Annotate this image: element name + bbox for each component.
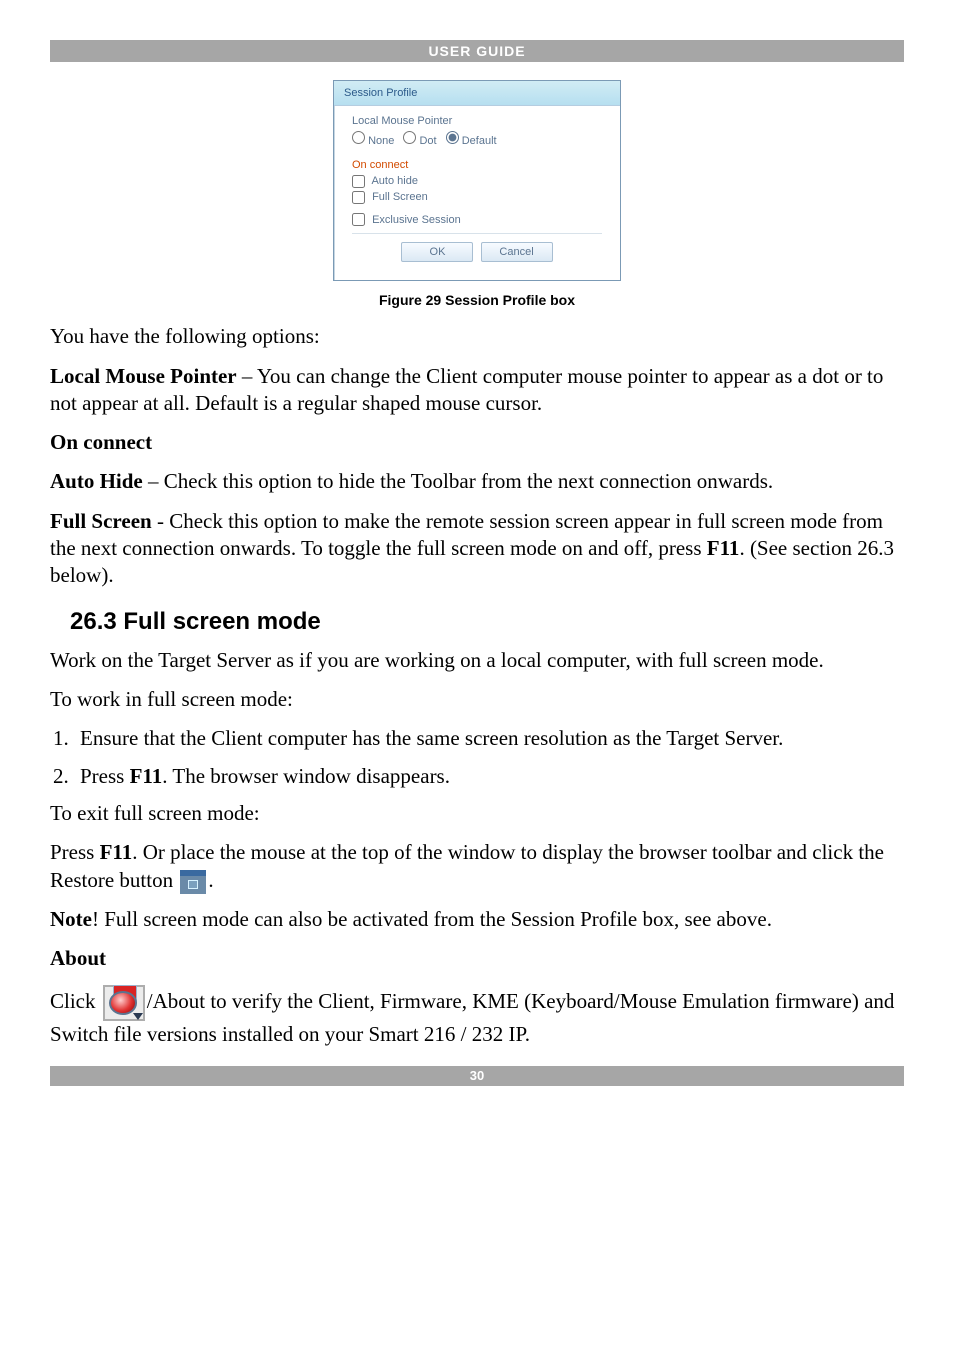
section-26-3-heading: 26.3 Full screen mode [70, 606, 904, 637]
radio-default[interactable]: Default [446, 135, 497, 147]
exclusive-session-checkbox[interactable]: Exclusive Session [352, 214, 461, 226]
exit-c: . [208, 868, 213, 892]
full-screen-steps: Ensure that the Client computer has the … [74, 725, 904, 790]
footer-bar: 30 [50, 1066, 904, 1086]
work-para: Work on the Target Server as if you are … [50, 647, 904, 674]
auto-hide-bold: Auto Hide [50, 469, 143, 493]
radio-dot[interactable]: Dot [403, 135, 436, 147]
radio-none[interactable]: None [352, 135, 394, 147]
radio-default-label: Default [462, 135, 497, 147]
click-b: /About to verify the Client, Firmware, K… [50, 988, 894, 1045]
on-connect-label: On connect [352, 158, 602, 172]
full-screen-bold: Full Screen [50, 509, 152, 533]
about-para: Click /About to verify the Client, Firmw… [50, 985, 904, 1048]
click-a: Click [50, 988, 101, 1012]
exit-a: Press [50, 840, 100, 864]
auto-hide-checkbox[interactable]: Auto hide [352, 175, 418, 187]
full-screen-para: Full Screen - Check this option to make … [50, 508, 904, 590]
intro-text: You have the following options: [50, 323, 904, 350]
step2a: Press [80, 764, 130, 788]
step-2: Press F11. The browser window disappears… [74, 763, 904, 790]
step-1: Ensure that the Client computer has the … [74, 725, 904, 752]
exit-b: . Or place the mouse at the top of the w… [50, 840, 884, 891]
session-profile-dialog: Session Profile Local Mouse Pointer None… [333, 80, 621, 281]
restore-icon [180, 870, 206, 894]
note-bold: Note [50, 907, 92, 931]
lmp-bold: Local Mouse Pointer [50, 364, 237, 388]
auto-hide-para: Auto Hide – Check this option to hide th… [50, 468, 904, 495]
full-screen-label: Full Screen [372, 191, 428, 203]
radio-dot-label: Dot [419, 135, 436, 147]
dialog-title: Session Profile [334, 81, 620, 106]
local-mouse-pointer-para: Local Mouse Pointer – You can change the… [50, 363, 904, 418]
step2-f11: F11 [130, 764, 163, 788]
page-number: 30 [470, 1068, 484, 1083]
exit-para: Press F11. Or place the mouse at the top… [50, 839, 904, 894]
about-bold: About [50, 946, 106, 970]
ok-button[interactable]: OK [401, 242, 473, 262]
exit-f11: F11 [100, 840, 133, 864]
auto-hide-label: Auto hide [371, 175, 417, 187]
to-exit-label: To exit full screen mode: [50, 800, 904, 827]
header-bar: USER GUIDE [50, 40, 904, 62]
control-panel-icon [103, 985, 145, 1021]
radio-none-label: None [368, 135, 394, 147]
note-para: Note! Full screen mode can also be activ… [50, 906, 904, 933]
auto-hide-rest: – Check this option to hide the Toolbar … [143, 469, 773, 493]
full-screen-checkbox[interactable]: Full Screen [352, 191, 428, 203]
about-heading: About [50, 945, 904, 972]
local-mouse-pointer-label: Local Mouse Pointer [352, 114, 602, 128]
step2b: . The browser window disappears. [162, 764, 450, 788]
note-text: ! Full screen mode can also be activated… [92, 907, 772, 931]
exclusive-session-label: Exclusive Session [372, 214, 461, 226]
divider [352, 233, 602, 234]
local-mouse-pointer-radios: None Dot Default [352, 131, 602, 148]
to-work-label: To work in full screen mode: [50, 686, 904, 713]
on-connect-bold: On connect [50, 430, 152, 454]
session-profile-figure: Session Profile Local Mouse Pointer None… [50, 80, 904, 281]
cancel-button[interactable]: Cancel [481, 242, 553, 262]
f11-key: F11 [707, 536, 740, 560]
header-title: USER GUIDE [428, 43, 525, 59]
figure-caption: Figure 29 Session Profile box [50, 291, 904, 309]
on-connect-heading: On connect [50, 429, 904, 456]
